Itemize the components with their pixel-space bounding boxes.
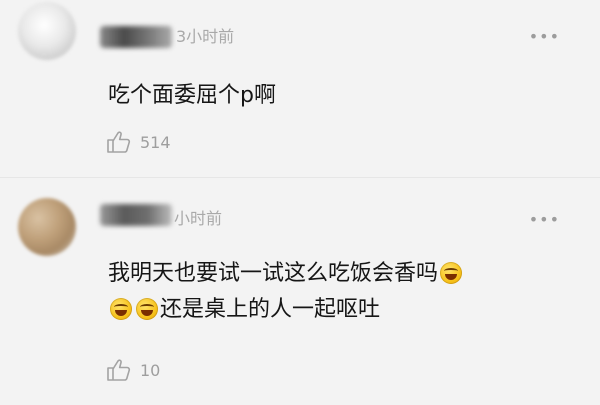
comment-text: 我明天也要试一试这么吃饭会香吗 还是桌上的人一起呕吐 <box>108 256 578 328</box>
comment-text-segment: 我明天也要试一试这么吃饭会香吗 <box>108 261 439 286</box>
laugh-cry-emoji <box>440 262 463 284</box>
thumbs-up-icon <box>107 359 131 381</box>
comment-list: 3小时前 ••• 吃个面委屈个p啊 514 小时前 ••• 我明天也要试一试这么… <box>0 0 600 405</box>
more-dots-icon[interactable]: ••• <box>529 212 560 228</box>
comment-time: 小时前 <box>174 209 223 228</box>
comment-text-line: 还是桌上的人一起呕吐 <box>108 292 578 328</box>
like-count: 10 <box>140 360 161 380</box>
like-button[interactable]: 10 <box>106 358 160 382</box>
username-blurred[interactable] <box>100 204 172 226</box>
laugh-cry-emoji <box>110 298 132 320</box>
comment-item: 小时前 ••• 我明天也要试一试这么吃饭会香吗 还是桌上的人一起呕吐 10 <box>0 0 600 381</box>
avatar[interactable] <box>18 198 76 256</box>
comment-text-segment: 还是桌上的人一起呕吐 <box>160 297 381 322</box>
comment-text-line: 我明天也要试一试这么吃饭会香吗 <box>108 256 578 292</box>
laugh-cry-emoji <box>136 298 158 320</box>
